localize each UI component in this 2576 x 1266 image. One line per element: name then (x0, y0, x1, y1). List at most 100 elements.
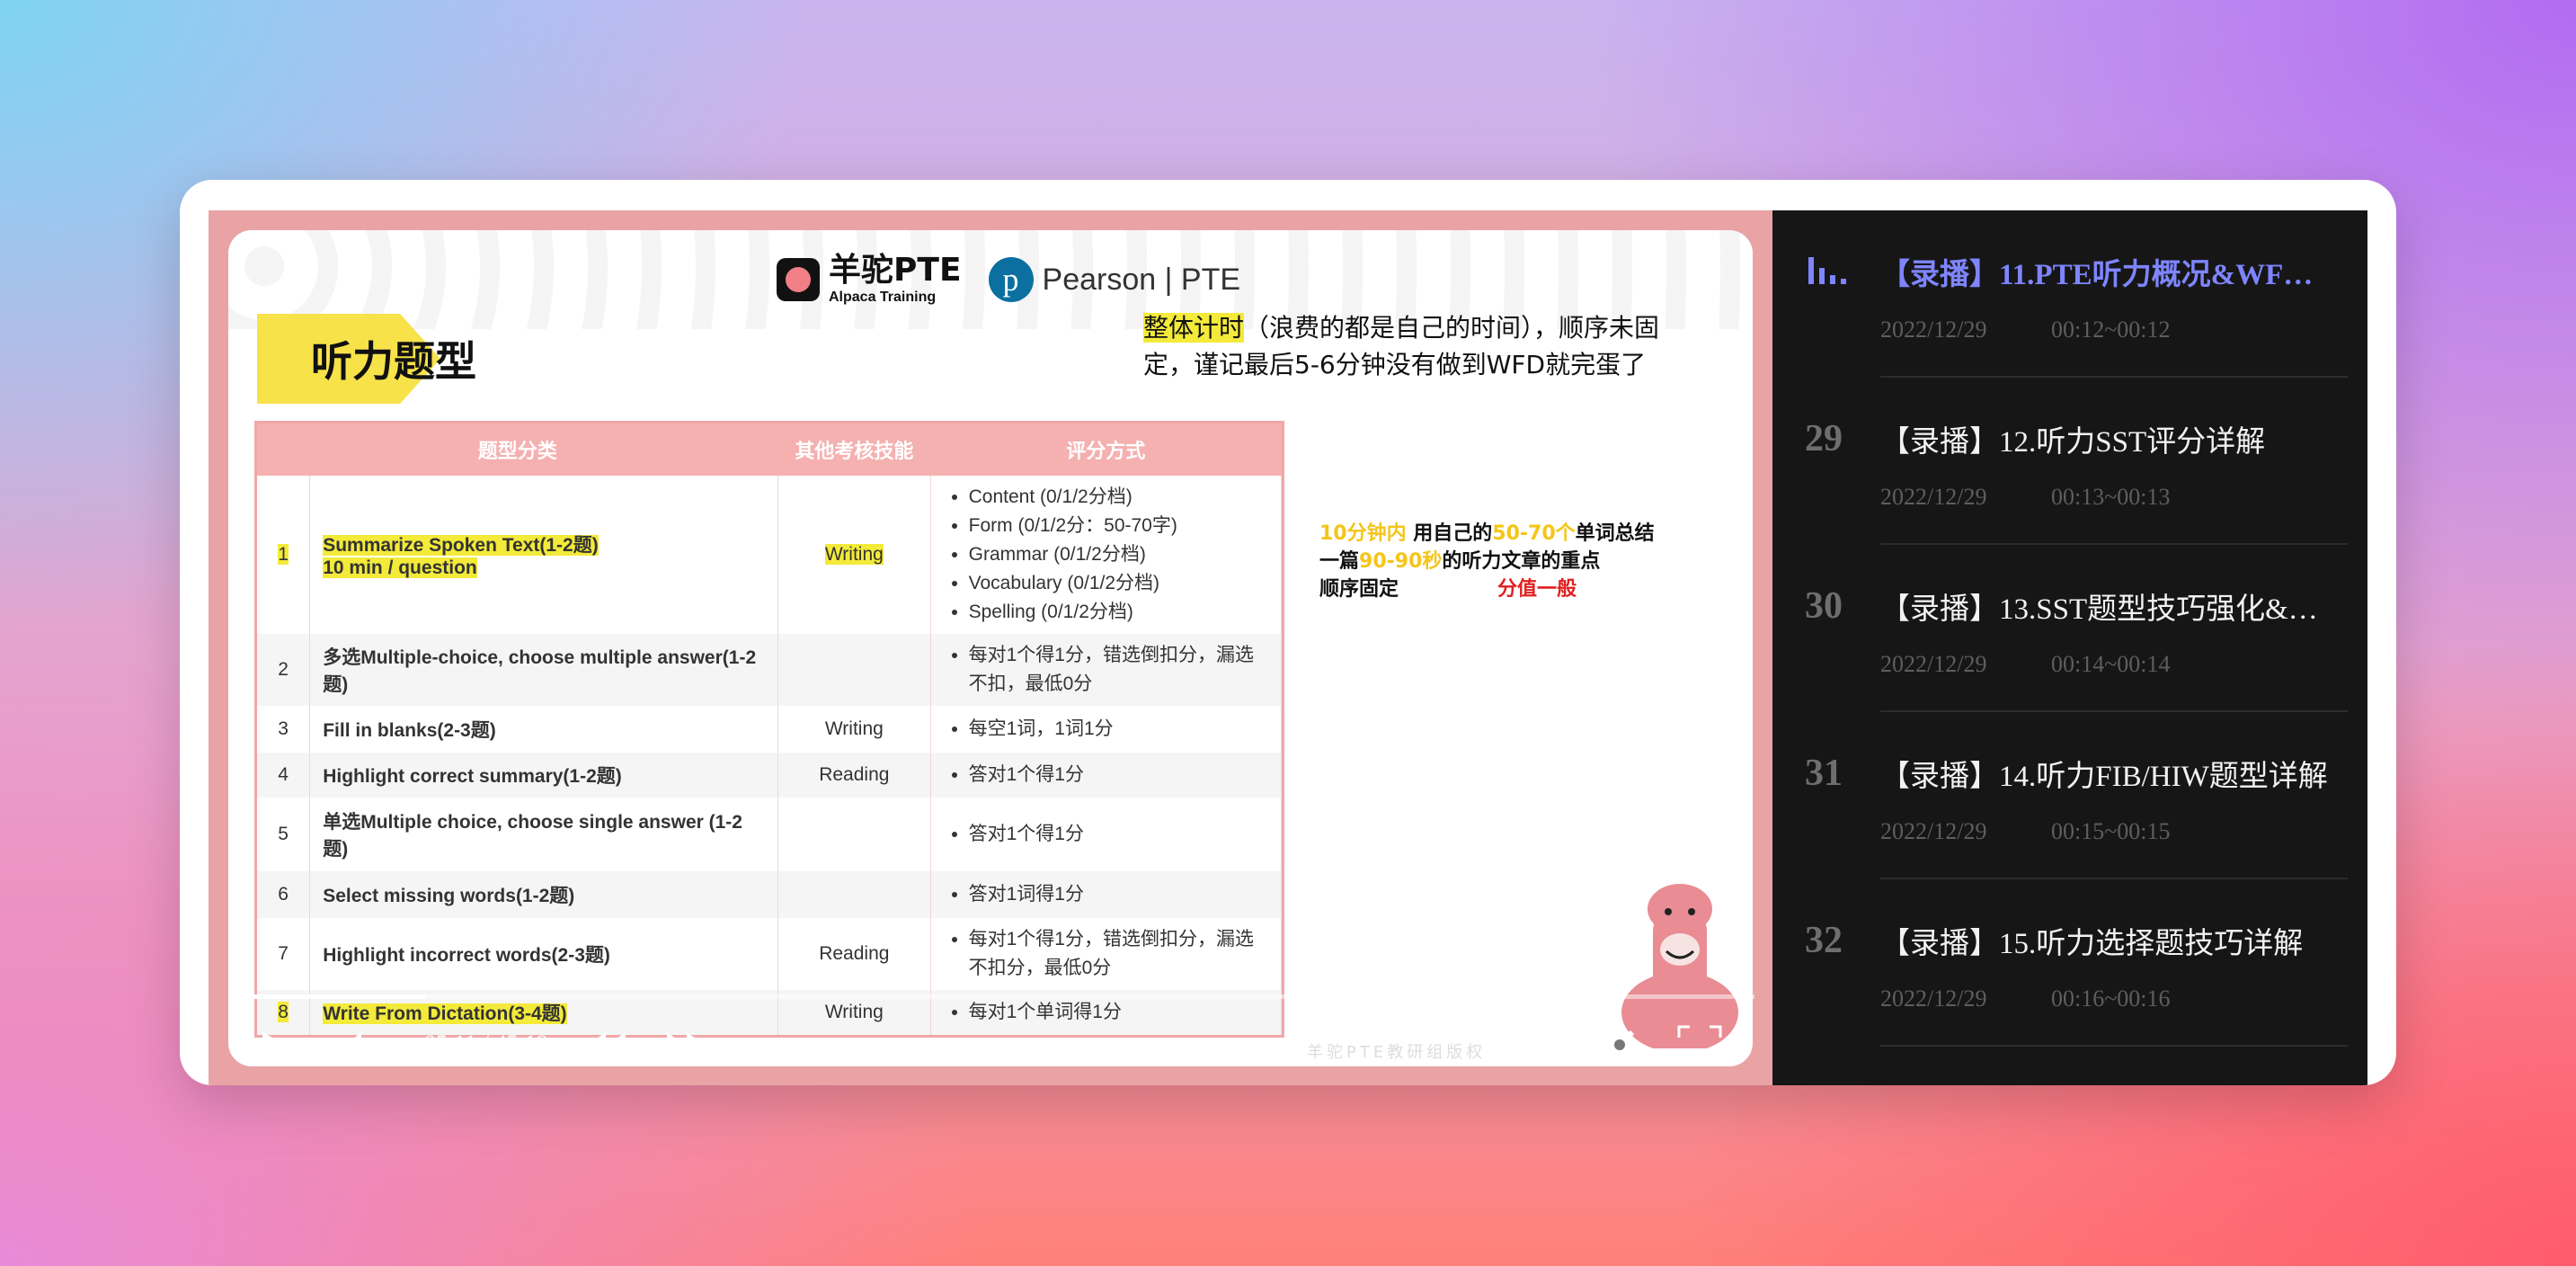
course-playlist: 【录播】11.PTE听力概况&WFD… 2022/12/29 00:12~00:… (1772, 210, 2367, 1085)
row-number: 5 (257, 798, 311, 871)
row-skill (777, 634, 931, 706)
playlist-item-number: 29 (1805, 418, 1843, 459)
playlist-item-number: 32 (1805, 920, 1843, 961)
col-header-skill: 其他考核技能 (777, 423, 931, 476)
video-progress-fill (253, 994, 427, 999)
scoring-item: 答对1个得1分 (969, 761, 1268, 789)
note-sst-part: 的听力文章的重点 (1442, 550, 1601, 573)
row-skill: Reading (777, 918, 931, 990)
pearson-logo-icon: p (988, 257, 1034, 302)
alpaca-pte-logo: 羊驼PTE Alpaca Training (777, 254, 962, 305)
note-sst-part: 分值一般 (1497, 578, 1577, 601)
video-frame-slide: 羊驼PTE Alpaca Training p Pearson | PTE 听力… (228, 230, 1753, 1066)
scoring-item: Vocabulary (0/1/2分档) (969, 569, 1268, 598)
table-row: 4 Highlight correct summary(1-2题) Readin… (257, 753, 1283, 798)
playlist-item[interactable]: 【录播】11.PTE听力概况&WFD… 2022/12/29 00:12~00:… (1772, 210, 2367, 378)
row-skill: Writing (777, 706, 931, 753)
row-name: Select missing words(1-2题) (309, 871, 779, 918)
playlist-item[interactable]: 30 【录播】13.SST题型技巧强化&… 2022/12/29 00:14~0… (1772, 545, 2367, 712)
row-name: Fill in blanks(2-3题) (309, 706, 779, 753)
note-sst-part: 10分钟内 (1319, 522, 1407, 545)
alpaca-logo-subtitle: Alpaca Training (829, 290, 937, 305)
note-sst-part: 单词总结 (1575, 522, 1655, 545)
table-row: 2 多选Multiple-choice, choose multiple ans… (257, 634, 1283, 706)
playlist-item-date: 2022/12/29 (1880, 651, 1987, 677)
row-skill: Reading (777, 753, 931, 798)
alpaca-logo-icon (777, 258, 820, 301)
settings-gear-icon[interactable] (1600, 1025, 1639, 1065)
row-number: 3 (257, 706, 311, 753)
fast-forward-icon[interactable] (665, 1030, 706, 1059)
scoring-item: 每对1个得1分，错选倒扣分，漏选不扣，最低0分 (969, 641, 1268, 699)
row-name: 单选Multiple choice, choose single answer … (309, 798, 779, 871)
now-playing-icon (1808, 257, 1846, 284)
rewind-icon[interactable] (586, 1030, 627, 1059)
note-sst-part: 90-90秒 (1359, 550, 1443, 573)
note-sst-part: 50-70个 (1492, 522, 1576, 545)
note-sst-part: 用自己的 (1406, 522, 1493, 545)
table-row: 6 Select missing words(1-2题) 答对1词得1分 (257, 871, 1283, 918)
playlist-item[interactable]: 31 【录播】14.听力FIB/HIW题型详解 2022/12/29 00:15… (1772, 712, 2367, 879)
table-header-row: 题型分类 其他考核技能 评分方式 (257, 423, 1282, 476)
playlist-item-time-range: 00:16~00:16 (2051, 985, 2171, 1012)
row-skill (777, 871, 931, 918)
table-row: 5 单选Multiple choice, choose single answe… (257, 798, 1283, 871)
playlist-item-time-range: 00:15~00:15 (2051, 818, 2171, 844)
playlist-item[interactable]: 32 【录播】15.听力选择题技巧详解 2022/12/29 00:16~00:… (1772, 879, 2367, 1047)
col-header-scoring: 评分方式 (930, 423, 1282, 476)
note-sst-part: 顺序固定 (1319, 578, 1399, 601)
playlist-item-title: 【录播】15.听力选择题技巧详解 (1880, 928, 2304, 960)
slide-heading: 听力题型 (311, 337, 476, 386)
pearson-pte-logo: p Pearson | PTE (988, 257, 1241, 302)
play-icon[interactable] (261, 1030, 288, 1059)
scoring-item: Grammar (0/1/2分档) (969, 540, 1268, 569)
scoring-item: 答对1个得1分 (969, 820, 1268, 849)
table-row: 1 Summarize Spoken Text(1-2题) 10 min / q… (257, 476, 1283, 634)
player-controls: 05:11 / 45:19 (209, 1011, 1772, 1074)
row-name: Summarize Spoken Text(1-2题) (323, 535, 599, 556)
row-skill (777, 798, 931, 871)
playlist-item-title: 【录播】14.听力FIB/HIW题型详解 (1880, 761, 2328, 793)
video-player[interactable]: 羊驼PTE Alpaca Training p Pearson | PTE 听力… (209, 210, 1772, 1085)
playlist-item-date: 2022/12/29 (1880, 316, 1987, 343)
table-row: 7 Highlight incorrect words(2-3题) Readin… (257, 918, 1283, 990)
screenshot-camera-icon[interactable] (1519, 1027, 1560, 1063)
slide-note-top: 整体计时（浪费的都是自己的时间），顺序未固定，谨记最后5-6分钟没有做到WFD就… (1143, 309, 1701, 383)
playlist-item-number: 31 (1805, 753, 1843, 794)
row-number: 7 (257, 918, 311, 990)
slide-logos: 羊驼PTE Alpaca Training p Pearson | PTE (777, 248, 1240, 311)
fullscreen-icon[interactable] (1677, 1025, 1722, 1065)
playlist-item-time-range: 00:14~00:14 (2051, 651, 2171, 677)
scoring-item: 每空1词，1词1分 (969, 715, 1268, 744)
scoring-item: 答对1词得1分 (969, 880, 1268, 909)
scoring-item: Content (0/1/2分档) (969, 483, 1268, 512)
row-number: 1 (278, 544, 289, 565)
playlist-item-time-range: 00:12~00:12 (2051, 316, 2171, 343)
col-header-type: 题型分类 (257, 423, 778, 476)
scoring-item: Spelling (0/1/2分档) (969, 598, 1268, 627)
row-subname: 10 min / question (323, 557, 477, 578)
volume-icon[interactable] (343, 1029, 379, 1061)
playlist-item[interactable]: 29 【录播】12.听力SST评分详解 2022/12/29 00:13~00:… (1772, 378, 2367, 545)
playlist-item-time-range: 00:13~00:13 (2051, 484, 2171, 510)
row-name: Highlight incorrect words(2-3题) (309, 918, 779, 990)
pearson-logo-text: Pearson | PTE (1042, 262, 1241, 297)
note-sst-part: 一篇 (1319, 550, 1360, 573)
video-progress-bar[interactable] (253, 994, 1754, 999)
row-name: 多选Multiple-choice, choose multiple answe… (309, 634, 779, 706)
note-top-highlight: 整体计时 (1143, 313, 1245, 343)
scoring-item: Form (0/1/2分：50-70字) (969, 512, 1268, 540)
time-readout: 05:11 / 45:19 (424, 1030, 548, 1056)
playlist-item-title: 【录播】13.SST题型技巧强化&… (1880, 593, 2318, 626)
table-row: 3 Fill in blanks(2-3题) Writing 每空1词，1词1分 (257, 706, 1283, 753)
playlist-divider (1880, 1045, 2348, 1047)
playlist-item-date: 2022/12/29 (1880, 484, 1987, 510)
app-window: 羊驼PTE Alpaca Training p Pearson | PTE 听力… (180, 180, 2396, 1085)
playlist-item-date: 2022/12/29 (1880, 985, 1987, 1012)
playlist-item-title: 【录播】12.听力SST评分详解 (1880, 426, 2266, 459)
playlist-item-date: 2022/12/29 (1880, 818, 1987, 844)
question-type-table: 题型分类 其他考核技能 评分方式 1 Summarize Spoken Text… (254, 421, 1284, 1038)
row-number: 2 (257, 634, 311, 706)
playlist-item-title: 【录播】11.PTE听力概况&WFD… (1880, 259, 2330, 291)
row-number: 6 (257, 871, 311, 918)
